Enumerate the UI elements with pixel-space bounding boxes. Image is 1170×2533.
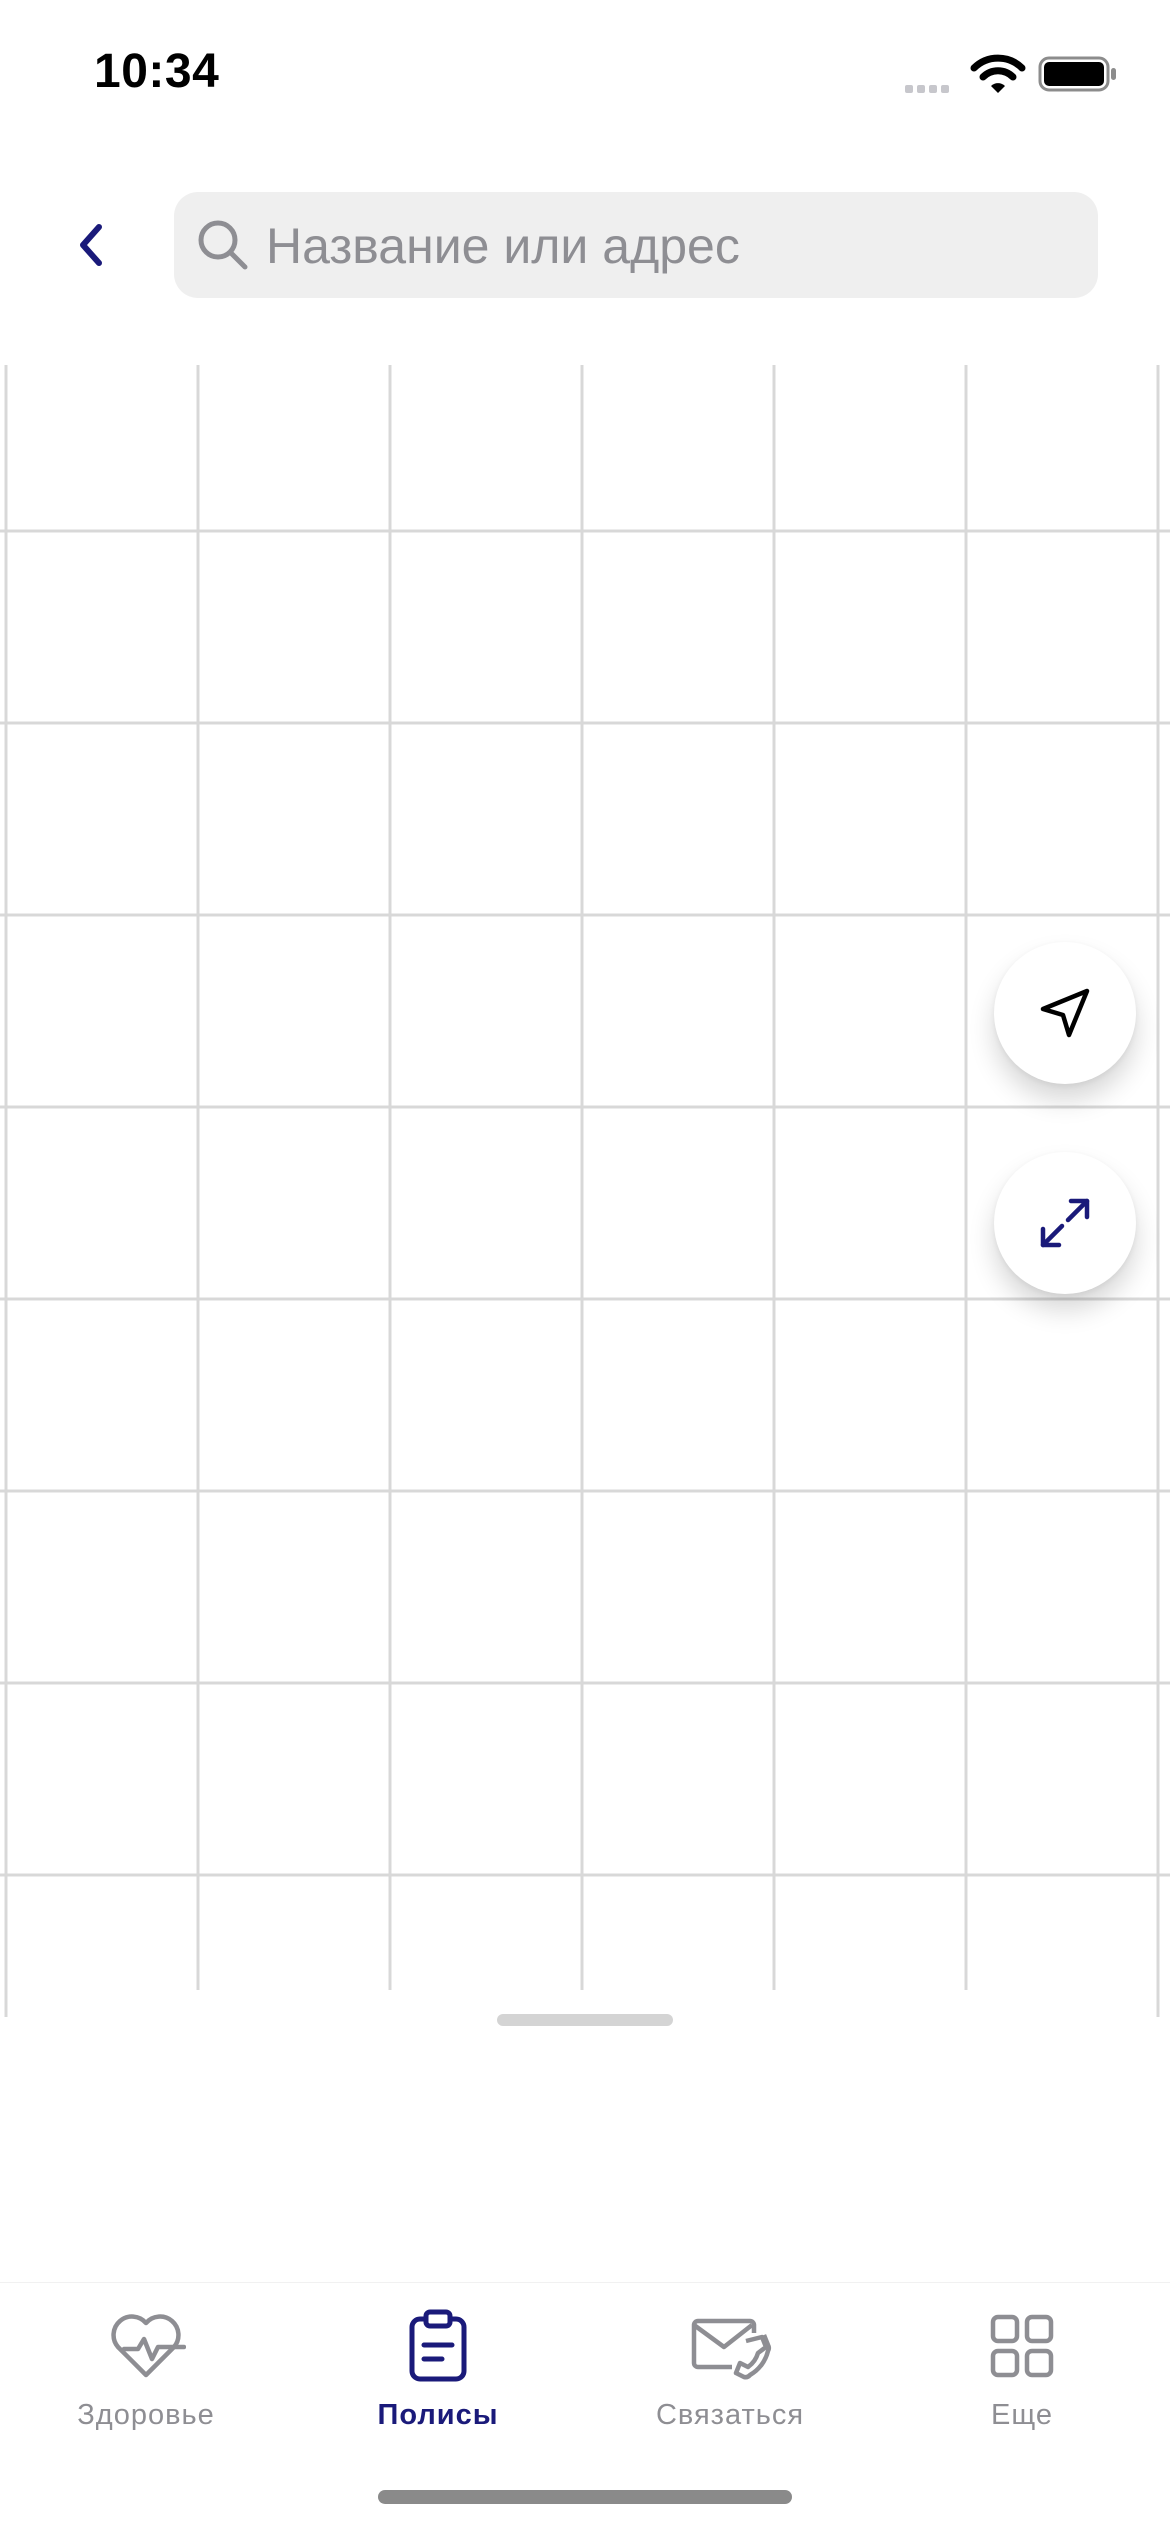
search-bar[interactable] bbox=[174, 192, 1098, 300]
sheet-drag-handle[interactable] bbox=[497, 2014, 673, 2026]
tab-policies[interactable]: Полисы bbox=[292, 2301, 584, 2461]
navigation-arrow-icon bbox=[1040, 988, 1090, 1038]
expand-map-button[interactable] bbox=[994, 1152, 1136, 1294]
tab-label: Полисы bbox=[377, 2399, 499, 2431]
locate-me-button[interactable] bbox=[994, 942, 1136, 1084]
tab-label: Еще bbox=[990, 2399, 1053, 2431]
search-icon bbox=[196, 218, 250, 277]
heart-pulse-icon bbox=[111, 2314, 186, 2378]
map-view[interactable] bbox=[0, 365, 1170, 2017]
envelope-phone-icon bbox=[691, 2318, 772, 2380]
tab-health[interactable]: Здоровье bbox=[0, 2301, 292, 2461]
status-time: 10:34 bbox=[94, 45, 220, 98]
wifi-icon bbox=[970, 52, 1026, 101]
back-button[interactable] bbox=[62, 215, 122, 275]
tab-contact[interactable]: Связаться bbox=[584, 2301, 876, 2461]
tab-more[interactable]: Еще bbox=[876, 2301, 1168, 2461]
tab-label: Связаться bbox=[655, 2399, 805, 2431]
status-bar: 10:34 bbox=[0, 0, 1170, 150]
cellular-signal-icon bbox=[905, 80, 953, 98]
home-indicator bbox=[378, 2490, 792, 2504]
tab-label: Здоровье bbox=[77, 2399, 215, 2431]
grid-icon bbox=[990, 2314, 1054, 2378]
chevron-left-icon bbox=[80, 224, 102, 266]
expand-arrows-icon bbox=[1040, 1198, 1090, 1248]
map-placeholder-grid bbox=[0, 365, 1170, 2017]
search-input[interactable] bbox=[264, 192, 1068, 300]
clipboard-icon bbox=[409, 2309, 467, 2382]
battery-full-icon bbox=[1038, 56, 1118, 97]
